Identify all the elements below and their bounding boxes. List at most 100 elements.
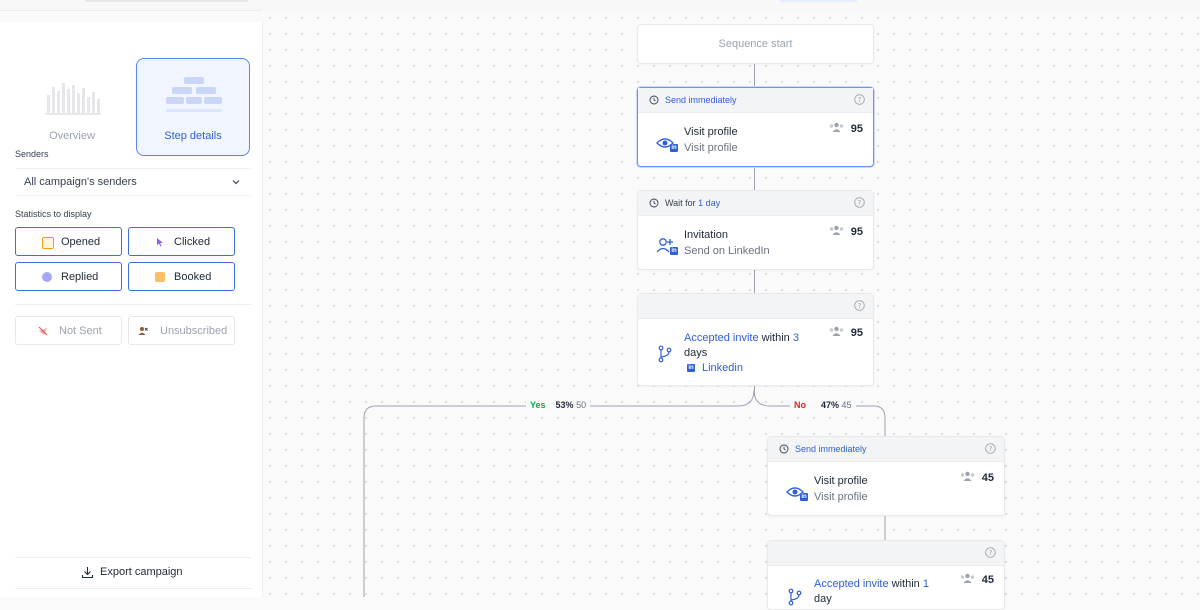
people-icon [829, 225, 843, 235]
header-highlight: 1 day [698, 198, 721, 208]
condition-keyword: Accepted invite [684, 332, 759, 344]
step-count-value: 45 [981, 472, 994, 484]
linkedin-icon: in [670, 144, 678, 152]
step-title: Visit profile [814, 475, 868, 487]
stat-replied-label: Replied [61, 271, 99, 283]
overview-view-tab[interactable]: Overview [15, 58, 129, 156]
stat-booked-button[interactable]: Booked [128, 262, 235, 291]
step-count-value: 95 [850, 327, 863, 339]
header-prefix: Wait for [665, 198, 699, 208]
help-icon[interactable]: ? [854, 300, 865, 311]
stat-clicked-button[interactable]: Clicked [128, 227, 235, 256]
branch-icon [658, 345, 672, 363]
not-sent-icon [38, 326, 48, 336]
step-header: Send immediately ? [638, 88, 873, 113]
svg-text:?: ? [858, 199, 862, 207]
step-details-tab-label: Step details [164, 130, 222, 142]
no-label: No [794, 400, 806, 410]
people-icon [829, 122, 843, 132]
step-subtitle: Send on LinkedIn [684, 245, 770, 257]
linkedin-icon: in [800, 493, 808, 501]
unsubscribed-user-icon [138, 327, 148, 335]
condition-within: within [758, 332, 793, 344]
linkedin-icon: in [687, 364, 695, 372]
stat-unsubscribed-button[interactable]: Unsubscribed [128, 316, 235, 345]
chat-bubble-icon [42, 272, 52, 282]
senders-section-label: Senders [15, 149, 49, 159]
help-icon[interactable]: ? [854, 94, 865, 105]
condition-title: Accepted invite within 1 day [814, 577, 954, 607]
stat-replied-button[interactable]: Replied [15, 262, 122, 291]
stat-not-sent-button[interactable]: Not Sent [15, 316, 122, 345]
no-count: 45 [841, 400, 852, 410]
step-details-view-tab[interactable]: Step details [136, 58, 250, 156]
no-percent: 47% [821, 400, 840, 410]
sequence-start-node[interactable]: Sequence start [637, 24, 874, 64]
step-count: 95 [828, 122, 863, 135]
senders-select[interactable]: All campaign's senders [15, 168, 251, 196]
condition-keyword: Accepted invite [814, 578, 889, 590]
export-campaign-button[interactable]: Export campaign [15, 557, 251, 589]
step-count-value: 45 [981, 574, 994, 586]
statistics-section-label: Statistics to display [15, 209, 92, 219]
sequence-start-label: Sequence start [718, 38, 793, 50]
condition-unit: day [814, 593, 832, 605]
clock-icon [649, 198, 659, 208]
stat-opened-button[interactable]: Opened [15, 227, 122, 256]
yes-branch-label: Yes 53% 50 [526, 400, 591, 410]
help-icon[interactable]: ? [854, 197, 865, 208]
condition-duration: 3 [792, 332, 799, 344]
step-visit-profile-node[interactable]: Send immediately ? in Visit profile Visi… [767, 436, 1005, 516]
step-count: 45 [959, 471, 994, 484]
help-icon[interactable]: ? [985, 443, 996, 454]
step-visit-profile-node[interactable]: Send immediately ? in Visit profile Visi… [637, 87, 874, 167]
step-subtitle: Visit profile [684, 142, 738, 154]
condition-title: Accepted invite within 3 days [684, 331, 824, 361]
envelope-open-icon [42, 237, 54, 249]
connector-line [754, 270, 755, 294]
branch-icon [788, 588, 802, 606]
calendar-icon [155, 272, 165, 282]
clock-icon [649, 95, 659, 105]
help-icon[interactable]: ? [985, 547, 996, 558]
svg-text:?: ? [989, 445, 993, 453]
condition-within: within [888, 578, 923, 590]
yes-percent: 53% [555, 400, 574, 410]
stat-clicked-label: Clicked [174, 236, 211, 248]
top-tab-indicator-active [780, 0, 857, 2]
linkedin-icon: in [670, 247, 678, 255]
step-subtitle: Visit profile [814, 491, 868, 503]
yes-label: Yes [530, 400, 546, 410]
condition-accepted-invite-node[interactable]: ? Accepted invite within 3 days in Linked… [637, 293, 874, 386]
stat-booked-label: Booked [174, 271, 212, 283]
step-title: Visit profile [684, 126, 738, 138]
step-invitation-node[interactable]: Wait for 1 day ? in Invitation Send on L… [637, 190, 874, 270]
steps-illustration-icon [166, 77, 222, 112]
stat-opened-label: Opened [61, 236, 101, 248]
step-count: 95 [828, 225, 863, 238]
step-title: Invitation [684, 229, 729, 241]
download-icon [81, 567, 94, 579]
people-icon [829, 326, 843, 336]
top-tab-indicator [85, 0, 248, 2]
condition-accepted-invite-node[interactable]: ? Accepted invite within 1 day 45 [767, 540, 1005, 610]
step-header: ? [768, 541, 1004, 566]
header-highlight: Send immediately [665, 95, 737, 105]
yes-count: 50 [576, 400, 587, 410]
svg-text:?: ? [858, 96, 862, 104]
step-count-value: 95 [850, 226, 863, 238]
people-icon [960, 573, 974, 583]
condition-unit: days [684, 347, 708, 359]
step-header: ? [638, 294, 873, 319]
stat-unsubscribed-label: Unsubscribed [160, 325, 228, 337]
condition-duration: 1 [922, 578, 929, 590]
people-icon [960, 471, 974, 481]
clock-icon [779, 444, 789, 454]
step-count-value: 95 [850, 123, 863, 135]
no-branch-label: No 47% 45 [790, 400, 856, 410]
condition-channel: Linkedin [702, 362, 743, 374]
connector-line [754, 167, 755, 191]
divider [15, 304, 251, 305]
header-highlight: Send immediately [795, 444, 867, 454]
step-count: 45 [959, 573, 994, 586]
